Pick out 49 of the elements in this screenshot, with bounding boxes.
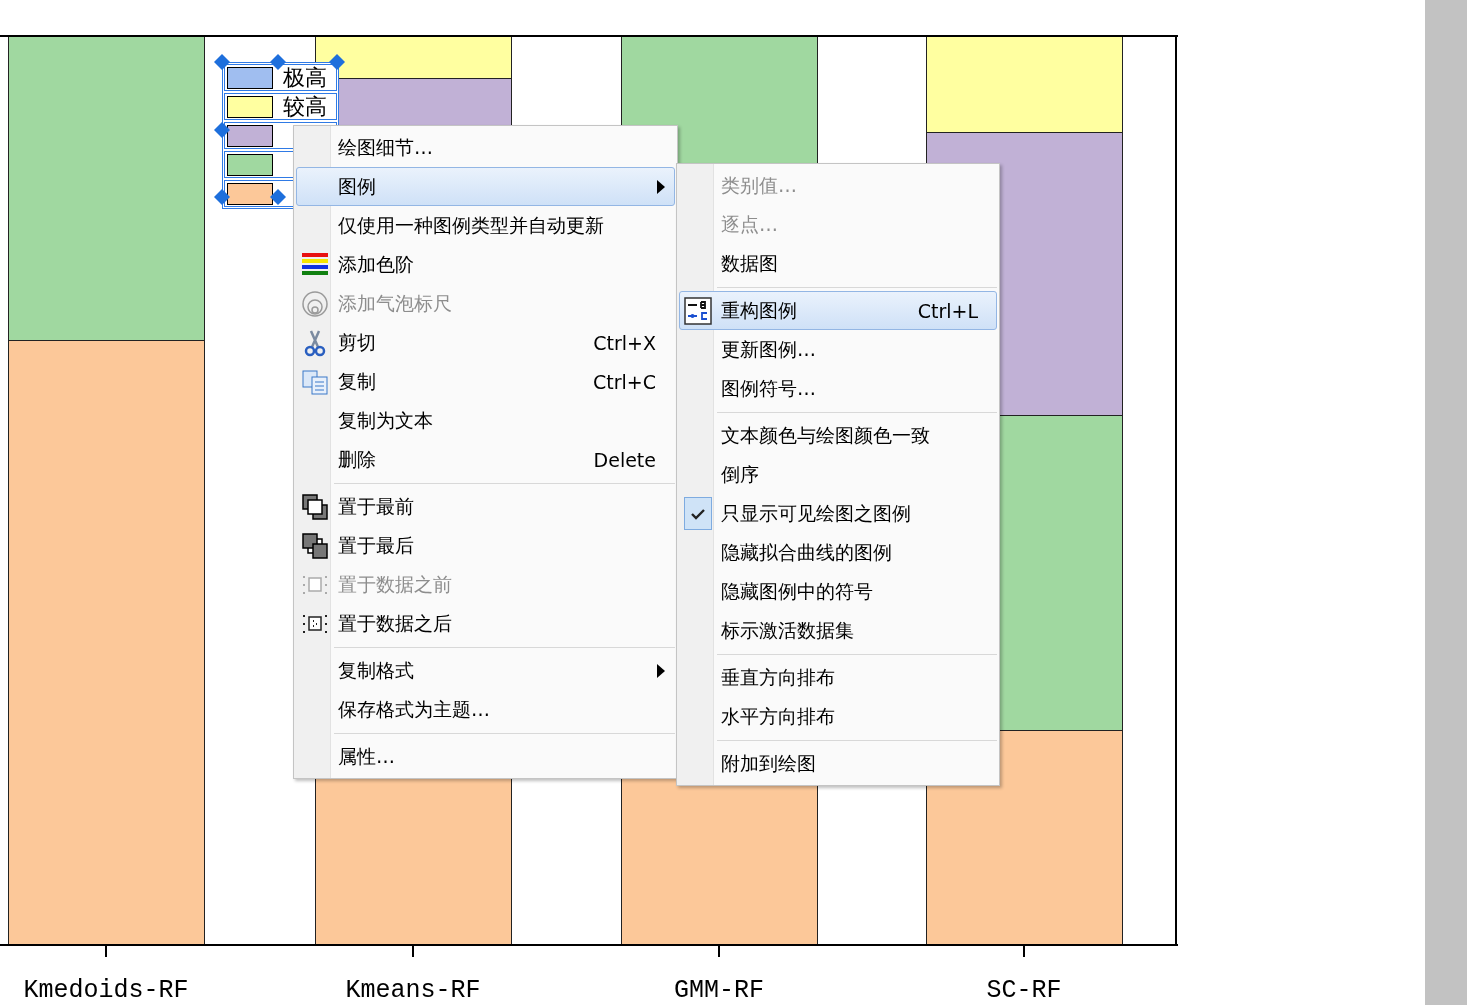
menu-item[interactable]: 复制 Ctrl+C (296, 362, 675, 401)
legend-rebuild-icon (684, 296, 712, 325)
menu-item[interactable]: 重构图例 Ctrl+L (679, 291, 997, 330)
shortcut-label: Ctrl+X (593, 331, 656, 354)
shortcut-label: Ctrl+C (593, 370, 656, 393)
menu-item[interactable]: 复制为文本 (296, 401, 675, 440)
checkmark-icon (691, 508, 705, 520)
front-of-data-icon (302, 575, 328, 594)
menu-item[interactable]: 隐藏拟合曲线的图例 (679, 533, 997, 572)
menu-item[interactable]: 仅使用一种图例类型并自动更新 (296, 206, 675, 245)
menu-item[interactable]: 置于数据之后 (296, 604, 675, 643)
menu-item[interactable]: 属性… (296, 737, 675, 776)
send-to-back-icon (302, 532, 328, 559)
legend-label: 极高 (283, 65, 327, 90)
shortcut-label: Ctrl+L (917, 299, 978, 322)
menu-item[interactable]: 倒序 (679, 455, 997, 494)
resize-handle[interactable] (214, 54, 230, 70)
menu-item[interactable]: 置于最后 (296, 526, 675, 565)
menu-item[interactable]: 更新图例… (679, 330, 997, 369)
menu-item[interactable]: 图例 (296, 167, 675, 206)
menu-item[interactable]: 图例符号… (679, 369, 997, 408)
behind-data-icon (302, 614, 328, 633)
menu-item[interactable]: 水平方向排布 (679, 697, 997, 736)
category-label: GMM-RF (674, 976, 764, 1005)
menu-item[interactable]: 只显示可见绘图之图例 (679, 494, 997, 533)
bubble-scale-icon (302, 290, 328, 317)
menu-item[interactable]: 垂直方向排布 (679, 658, 997, 697)
category-label: Kmedoids-RF (23, 976, 189, 1005)
legend-label: 较高 (283, 94, 327, 119)
scissors-icon (304, 329, 326, 356)
scrollbar[interactable] (1425, 0, 1467, 1005)
menu-item[interactable]: 标示激活数据集 (679, 611, 997, 650)
menu-item[interactable]: 删除 Delete (296, 440, 675, 479)
copy-icon (302, 370, 328, 394)
category-label: SC-RF (986, 976, 1062, 1005)
menu-item[interactable]: 置于最前 (296, 487, 675, 526)
checkbox[interactable] (684, 497, 712, 530)
shortcut-label: Delete (593, 448, 656, 471)
menu-item[interactable]: 剪切 Ctrl+X (296, 323, 675, 362)
bring-to-front-icon (302, 493, 328, 520)
menu-item[interactable]: 文本颜色与绘图颜色一致 (679, 416, 997, 455)
menu-item[interactable]: 隐藏图例中的符号 (679, 572, 997, 611)
menu-item[interactable]: 数据图 (679, 244, 997, 283)
menu-item[interactable]: 复制格式 (296, 651, 675, 690)
color-scale-icon (302, 252, 328, 275)
menu-item[interactable]: 附加到绘图 (679, 744, 997, 783)
category-label: Kmeans-RF (345, 976, 481, 1005)
menu-item[interactable]: 添加色阶 (296, 245, 675, 284)
menu-item[interactable]: 保存格式为主题… (296, 690, 675, 729)
